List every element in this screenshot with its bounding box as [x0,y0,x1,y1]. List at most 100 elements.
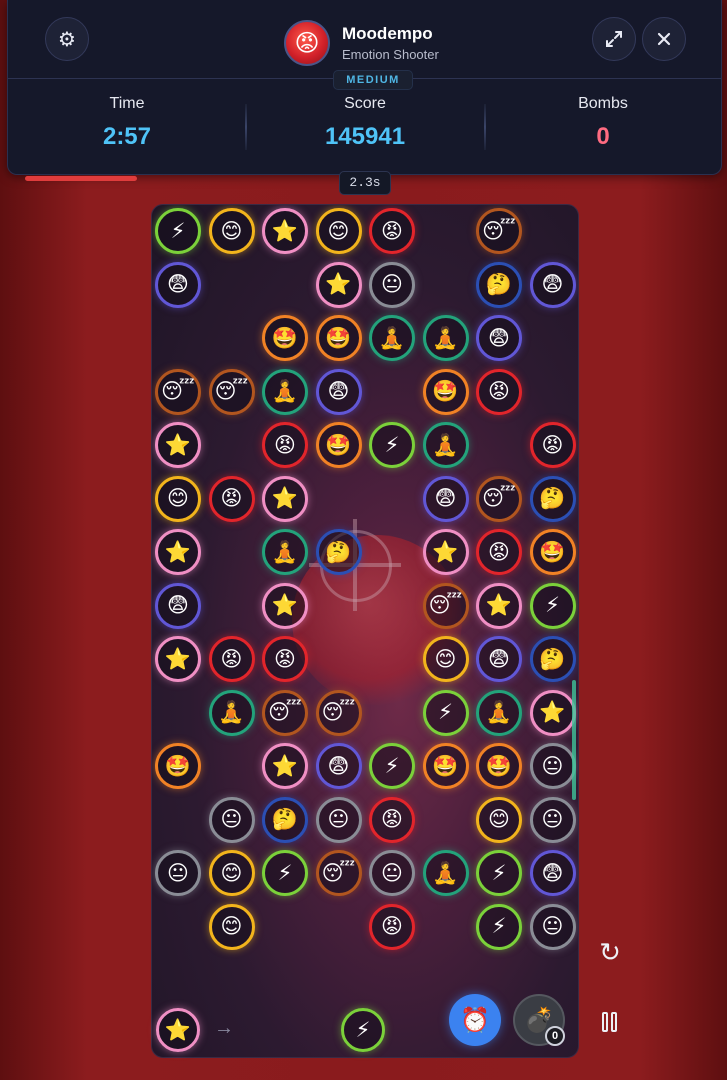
fullscreen-button[interactable] [592,17,636,61]
bubble-sleepy[interactable]: 😴 [315,850,362,896]
bubble-sleepy[interactable]: 😴 [422,582,469,629]
bubble-happy[interactable]: 😊 [208,850,255,896]
time-value: 2:57 [102,123,152,150]
bubble-thinking[interactable]: 🤔 [476,261,522,308]
bubble-star[interactable]: ⭐ [262,582,308,629]
time-label: Time [109,95,145,112]
bubble-meditate[interactable]: 🧘 [369,315,415,361]
bubble-star[interactable]: ⭐ [262,475,308,522]
bubble-happy[interactable]: 😊 [315,208,362,254]
bubble-happy[interactable]: 😊 [208,903,255,950]
bubble-happy[interactable]: 😊 [476,796,522,843]
score-label: Score [344,95,386,112]
bubble-star[interactable]: ⭐ [422,529,469,575]
bubble-star[interactable]: ⭐ [155,422,201,468]
bubble-angry[interactable]: 😡 [476,529,522,575]
bubble-energy[interactable]: ⚡ [476,903,522,950]
bubble-neutral[interactable]: 😐 [529,743,576,789]
bubble-thinking[interactable]: 🤔 [529,475,576,522]
bomb-count-badge: 0 [545,1026,565,1046]
bubble-starstruck[interactable]: 🤩 [155,743,201,789]
bubble-meditate[interactable]: 🧘 [262,368,308,415]
bubble-neutral[interactable]: 😐 [529,796,576,843]
bubble-energy[interactable]: ⚡ [369,422,415,468]
bubble-angry[interactable]: 😡 [262,422,308,468]
bubble-meditate[interactable]: 🧘 [422,850,469,896]
bubble-fearful[interactable]: 😨 [422,475,469,522]
bubble-thinking[interactable]: 🤔 [315,529,362,575]
bubble-starstruck[interactable]: 🤩 [422,743,469,789]
bubble-neutral[interactable]: 😐 [529,903,576,950]
bubble-sleepy[interactable]: 😴 [476,475,522,522]
bubble-angry[interactable]: 😡 [208,636,255,682]
bubble-angry[interactable]: 😡 [369,208,415,254]
bubble-meditate[interactable]: 🧘 [208,689,255,736]
bubble-sleepy[interactable]: 😴 [315,689,362,736]
bubble-starstruck[interactable]: 🤩 [476,743,522,789]
bubble-fearful[interactable]: 😨 [476,315,522,361]
settings-button[interactable]: ⚙ [45,17,89,61]
shot-timer: 2.3s [339,171,391,195]
bubble-angry[interactable]: 😡 [208,475,255,522]
time-freeze-button[interactable]: ⏰ [449,994,501,1046]
bubble-neutral[interactable]: 😐 [369,261,415,308]
bubble-starstruck[interactable]: 🤩 [315,315,362,361]
pause-button[interactable] [592,1004,628,1040]
bubble-meditate[interactable]: 🧘 [476,689,522,736]
restart-button[interactable]: ↻ [592,934,628,970]
bubble-fearful[interactable]: 😨 [315,743,362,789]
bubble-happy[interactable]: 😊 [155,475,201,522]
bubble-happy[interactable]: 😊 [422,636,469,682]
bubble-neutral[interactable]: 😐 [155,850,201,896]
bubble-energy[interactable]: ⚡ [422,689,469,736]
bubble-thinking[interactable]: 🤔 [529,636,576,682]
bubble-sleepy[interactable]: 😴 [476,208,522,254]
bubble-fearful[interactable]: 😨 [529,850,576,896]
bubble-angry[interactable]: 😡 [476,368,522,415]
arrow-right-icon: → [214,1017,234,1039]
title-text: Moodempo Emotion Shooter [342,24,439,62]
bubble-happy[interactable]: 😊 [208,208,255,254]
bubble-starstruck[interactable]: 🤩 [262,315,308,361]
game-board[interactable]: ⚡ 😊 ⭐ 😊 😡 😴 😨 ⭐ 😐 🤔 😨 🤩 🤩 🧘 🧘 😨 😴 😴 🧘 😨 🤩 😡 ⭐ 😡 🤩 ⚡ 🧘 😡 😊 😡 ⭐ 😨 😴 🤔 ⭐ 🧘 🤔 ⭐ 😡 🤩… [151,204,579,1058]
bubble-energy[interactable]: ⚡ [155,208,201,254]
bubble-angry[interactable]: 😡 [262,636,308,682]
bubble-starstruck[interactable]: 🤩 [529,529,576,575]
bubble-fearful[interactable]: 😨 [315,368,362,415]
bubble-sleepy[interactable]: 😴 [208,368,255,415]
bubble-energy[interactable]: ⚡ [262,850,308,896]
restart-icon: ↻ [599,936,621,967]
bubble-star[interactable]: ⭐ [476,582,522,629]
bubble-energy[interactable]: ⚡ [369,743,415,789]
bubble-fearful[interactable]: 😨 [155,582,201,629]
bubble-star[interactable]: ⭐ [262,208,308,254]
bomb-button[interactable]: 💣 0 [513,994,565,1046]
bubble-energy[interactable]: ⚡ [529,582,576,629]
bubble-star[interactable]: ⭐ [315,261,362,308]
bubble-sleepy[interactable]: 😴 [155,368,201,415]
bubble-thinking[interactable]: 🤔 [262,796,308,843]
next-bubble[interactable]: ⭐ [156,1008,200,1052]
bubble-energy[interactable]: ⚡ [476,850,522,896]
bubble-fearful[interactable]: 😨 [476,636,522,682]
bubble-star[interactable]: ⭐ [155,636,201,682]
bubble-angry[interactable]: 😡 [369,903,415,950]
bubble-sleepy[interactable]: 😴 [262,689,308,736]
bubble-fearful[interactable]: 😨 [155,261,201,308]
bubble-neutral[interactable]: 😐 [369,850,415,896]
bubble-neutral[interactable]: 😐 [315,796,362,843]
bubble-star[interactable]: ⭐ [262,743,308,789]
bubble-starstruck[interactable]: 🤩 [315,422,362,468]
current-bubble[interactable]: ⚡ [341,1008,385,1052]
bubble-angry[interactable]: 😡 [529,422,576,468]
bubble-star[interactable]: ⭐ [155,529,201,575]
bubble-meditate[interactable]: 🧘 [262,529,308,575]
bubble-starstruck[interactable]: 🤩 [422,368,469,415]
bubble-neutral[interactable]: 😐 [208,796,255,843]
bubble-star[interactable]: ⭐ [529,689,576,736]
close-button[interactable] [642,17,686,61]
bubble-fearful[interactable]: 😨 [529,261,576,308]
bubble-meditate[interactable]: 🧘 [422,422,469,468]
bubble-meditate[interactable]: 🧘 [422,315,469,361]
bubble-angry[interactable]: 😡 [369,796,415,843]
